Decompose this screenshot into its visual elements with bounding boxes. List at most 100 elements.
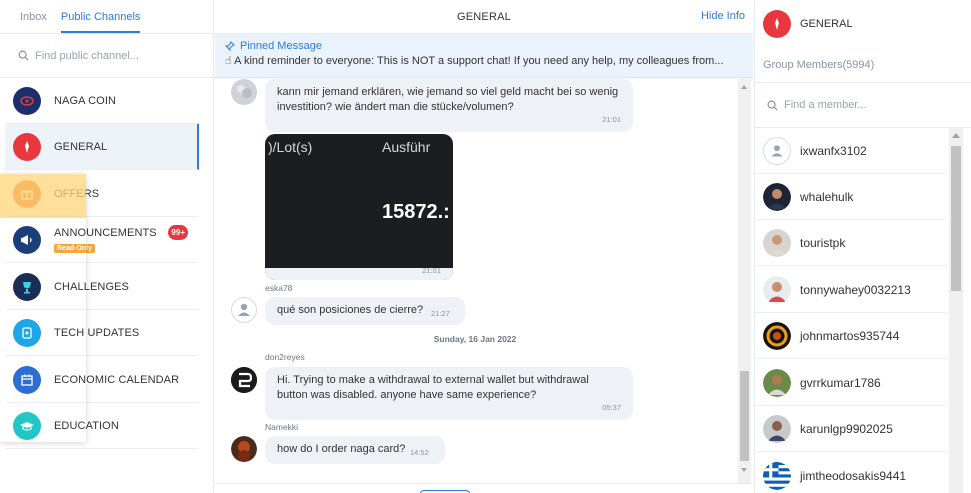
member-scrollbar[interactable] [949, 128, 963, 493]
image-message[interactable]: )/Lot(s) Ausführ 15872.: 21:01 [265, 134, 453, 280]
gift-icon [13, 179, 41, 208]
message-text: kann mir jemand erklären, wie jemand so … [277, 86, 619, 113]
chat-title: GENERAL [457, 10, 511, 23]
user-avatar [763, 414, 791, 443]
pinned-text-row: ☝ A kind reminder to everyone: This is N… [225, 54, 740, 67]
member-name: ixwanfx3102 [800, 143, 867, 158]
message-time: 14:52 [410, 448, 429, 457]
channel-item-economic-calendar[interactable]: ECONOMIC CALENDAR [5, 357, 198, 403]
member-item[interactable]: jimtheodosakis9441 [755, 453, 947, 493]
message-bubble[interactable]: qué son posiciones de cierre? 21:27 [265, 297, 465, 325]
member-item[interactable]: whalehulk [755, 174, 947, 220]
channel-name: EDUCATION [54, 419, 119, 432]
message-sender[interactable]: eska78 [265, 283, 292, 293]
scrollbar-thumb[interactable] [740, 371, 749, 461]
channel-item-education[interactable]: EDUCATION [5, 403, 198, 449]
member-item[interactable]: tonnywahey0032213 [755, 267, 947, 313]
naga-coin-icon [13, 86, 41, 115]
user-avatar[interactable] [231, 436, 257, 462]
member-item[interactable]: touristpk [755, 220, 947, 266]
scroll-up-arrow-icon[interactable] [952, 133, 960, 138]
tab-public-channels[interactable]: Public Channels [60, 11, 141, 33]
channel-search-input[interactable] [35, 49, 205, 62]
search-icon [18, 50, 29, 61]
hand-pointing-icon: ☝ [225, 55, 232, 67]
message-time: 21:01 [602, 115, 621, 124]
member-search [755, 82, 971, 128]
channel-name: ECONOMIC CALENDAR [54, 373, 180, 386]
naga-logo-icon [13, 132, 41, 161]
device-icon [13, 318, 41, 347]
search-icon [767, 100, 778, 111]
group-name: GENERAL [800, 18, 853, 30]
greek-flag-avatar [763, 461, 791, 490]
user-avatar[interactable] [231, 367, 257, 393]
member-name: touristpk [800, 235, 846, 250]
scroll-up-arrow-icon[interactable] [741, 85, 747, 89]
pinned-label-row: Pinned Message [225, 40, 743, 52]
member-search-input[interactable] [784, 99, 954, 111]
channel-item-offers[interactable]: OFFERS [5, 171, 198, 217]
image-text: )/Lot(s) [268, 139, 313, 155]
message-bubble[interactable]: Hi. Trying to make a withdrawal to exter… [265, 367, 633, 420]
date-separator: Sunday, 16 Jan 2022 [433, 334, 517, 344]
megaphone-icon [13, 225, 41, 254]
message-bubble[interactable]: how do I order naga card? 14:52 [265, 436, 445, 464]
channel-name: TECH UPDATES [54, 326, 140, 339]
message-sender[interactable]: don2reyes [265, 352, 305, 362]
pin-icon [225, 41, 235, 51]
group-header: GENERAL [755, 0, 971, 48]
message-text: qué son posiciones de cierre? [277, 304, 424, 316]
user-avatar [763, 182, 791, 211]
tab-inbox[interactable]: Inbox [20, 11, 47, 33]
message-bubble[interactable]: kann mir jemand erklären, wie jemand so … [265, 79, 633, 132]
message-list: kann mir jemand erklären, wie jemand so … [215, 79, 753, 483]
user-avatar [763, 368, 791, 397]
member-item[interactable]: karunlgp9902025 [755, 406, 947, 452]
pinned-label: Pinned Message [240, 40, 322, 52]
channel-item-challenges[interactable]: CHALLENGES [5, 264, 198, 310]
user-avatar[interactable] [231, 79, 257, 105]
message-text: how do I order naga card? [277, 443, 406, 455]
member-item[interactable]: gvrrkumar1786 [755, 360, 947, 406]
message-time: 05:37 [602, 403, 621, 412]
scroll-down-arrow-icon[interactable] [741, 468, 747, 472]
channel-item-naga-coin[interactable]: NAGA COIN [5, 78, 198, 124]
member-name: johnmartos935744 [800, 328, 900, 343]
member-item[interactable]: johnmartos935744 [755, 313, 947, 359]
message-text: Hi. Trying to make a withdrawal to exter… [277, 374, 589, 401]
sidebar-tabs: Inbox Public Channels [0, 0, 213, 34]
read-only-tag: Read-Only [54, 243, 96, 253]
unread-badge: 99+ [168, 225, 188, 240]
pinned-message[interactable]: Pinned Message ☝ A kind reminder to ever… [215, 34, 753, 78]
member-name: tonnywahey0032213 [800, 282, 911, 297]
user-avatar [763, 275, 791, 304]
default-user-icon[interactable] [231, 297, 257, 323]
compose-bar [215, 483, 753, 493]
message-time: 21:01 [422, 266, 441, 275]
user-avatar [763, 321, 791, 350]
channel-item-general[interactable]: GENERAL [5, 124, 199, 170]
graduation-cap-icon [13, 411, 41, 440]
channel-item-tech-updates[interactable]: TECH UPDATES [5, 310, 198, 356]
member-name: gvrrkumar1786 [800, 375, 881, 390]
trophy-icon [13, 272, 41, 301]
message-sender[interactable]: Namekki [265, 422, 298, 432]
message-scrollbar[interactable] [738, 79, 751, 483]
channel-name: CHALLENGES [54, 280, 129, 293]
channel-sidebar: Inbox Public Channels NAGA COIN GENERAL … [0, 0, 214, 493]
channel-name: NAGA COIN [54, 94, 117, 107]
pinned-text: A kind reminder to everyone: This is NOT… [234, 55, 724, 67]
hide-info-link[interactable]: Hide Info [701, 10, 745, 22]
member-name: jimtheodosakis9441 [800, 468, 907, 483]
channel-search [0, 34, 213, 78]
image-text: 15872.: [382, 201, 450, 223]
member-item[interactable]: ixwanfx3102 [755, 128, 947, 174]
scrollbar-thumb[interactable] [951, 146, 961, 291]
message-time: 21:27 [431, 309, 450, 318]
naga-logo-icon [763, 10, 791, 38]
image-text: Ausführ [382, 139, 431, 155]
channel-name: OFFERS [54, 187, 100, 200]
channel-item-announcements[interactable]: ANNOUNCEMENTS Read-Only 99+ [5, 217, 198, 263]
member-name: karunlgp9902025 [800, 421, 893, 436]
